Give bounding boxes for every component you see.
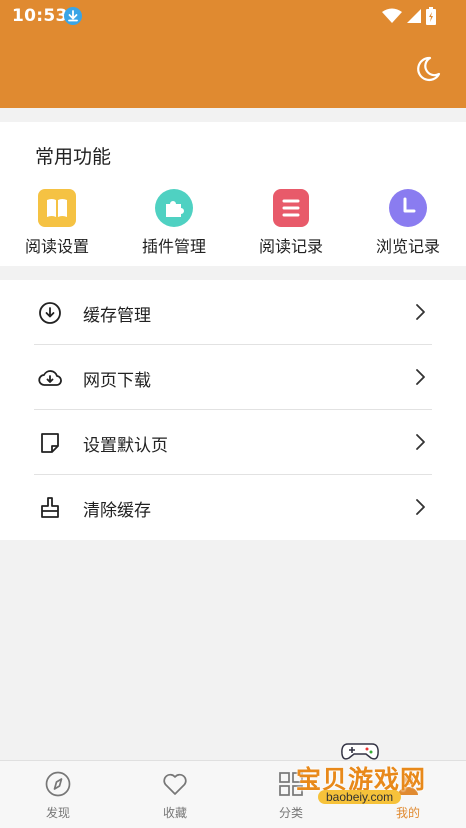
battery-icon <box>426 7 436 25</box>
cloud-download-icon <box>38 370 62 386</box>
list-item-clear-cache[interactable]: 清除缓存 <box>34 475 432 540</box>
list-item-cache-manage[interactable]: 缓存管理 <box>34 280 432 345</box>
bottom-nav: 发现 收藏 分类 我的 <box>0 760 466 828</box>
nav-label: 收藏 <box>162 806 187 820</box>
list-item-label: 缓存管理 <box>83 306 151 326</box>
func-reading-record[interactable]: 阅读记录 <box>241 189 341 259</box>
status-icons <box>382 7 436 25</box>
nav-discover[interactable]: 发现 <box>18 771 98 827</box>
common-functions-card: 常用功能 阅读设置 插件管理 阅读记录 浏览记录 <box>0 122 466 266</box>
nav-mine[interactable]: 我的 <box>368 771 448 827</box>
plugin-icon <box>155 189 193 227</box>
brush-icon <box>41 497 59 518</box>
reading-record-icon <box>273 189 309 227</box>
grid-icon <box>279 772 303 796</box>
section-title: 常用功能 <box>35 146 112 168</box>
nav-label: 分类 <box>278 806 303 820</box>
note-icon <box>41 433 59 453</box>
compass-icon <box>45 771 71 797</box>
list-item-label: 设置默认页 <box>83 436 168 456</box>
download-circle-icon <box>39 302 61 324</box>
list-item-label: 清除缓存 <box>83 501 151 521</box>
status-time: 10:53 <box>12 6 68 26</box>
book-icon <box>38 189 76 227</box>
chevron-right-icon <box>416 434 425 450</box>
settings-list: 缓存管理 网页下载 设置默认页 清除缓存 <box>0 280 466 540</box>
func-label: 插件管理 <box>141 237 206 256</box>
gamepad-icon <box>341 743 379 760</box>
func-label: 浏览记录 <box>375 237 440 256</box>
nav-favorites[interactable]: 收藏 <box>135 771 215 827</box>
nav-label: 我的 <box>395 806 420 820</box>
nav-category[interactable]: 分类 <box>251 771 331 827</box>
profile-icon <box>398 775 418 795</box>
wifi-icon <box>382 8 402 23</box>
chevron-right-icon <box>416 304 425 320</box>
app-header: 10:53 <box>0 0 466 108</box>
list-item-web-download[interactable]: 网页下载 <box>34 345 432 410</box>
nav-label: 发现 <box>45 806 70 820</box>
list-item-label: 网页下载 <box>83 371 151 391</box>
signal-icon <box>407 9 421 23</box>
func-label: 阅读记录 <box>258 237 323 256</box>
chevron-right-icon <box>416 369 425 385</box>
heart-icon <box>163 773 187 795</box>
list-item-default-page[interactable]: 设置默认页 <box>34 410 432 475</box>
func-browse-record[interactable]: 浏览记录 <box>358 189 458 259</box>
func-plugin-manage[interactable]: 插件管理 <box>124 189 224 259</box>
func-reading-settings[interactable]: 阅读设置 <box>7 189 107 259</box>
night-mode-icon[interactable] <box>413 55 441 83</box>
download-notification-icon <box>64 7 82 25</box>
clock-icon <box>389 189 427 227</box>
status-bar: 10:53 <box>0 0 466 32</box>
chevron-right-icon <box>416 499 425 515</box>
func-label: 阅读设置 <box>24 237 89 256</box>
